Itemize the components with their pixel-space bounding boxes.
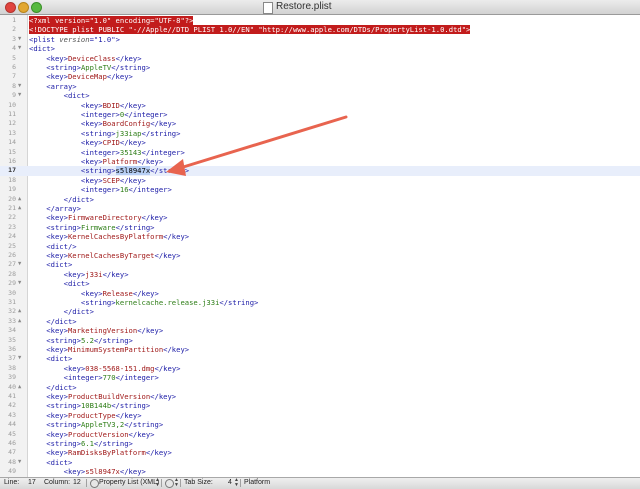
tab-size-chevron-icon: ▲▼ — [234, 478, 239, 488]
symbol-popup[interactable]: Platform — [244, 479, 270, 486]
tab-size-value[interactable]: 4 — [228, 479, 232, 486]
divider — [240, 479, 241, 487]
divider — [180, 479, 181, 487]
column-value: 12 — [73, 479, 81, 486]
line-value: 17 — [28, 479, 36, 486]
status-bar: Line: 17 Column: 12 Property List (XML) … — [0, 477, 640, 489]
divider — [161, 479, 162, 487]
settings-gear-icon[interactable] — [165, 479, 174, 488]
column-label: Column: — [44, 479, 70, 486]
annotation-arrow — [0, 0, 640, 488]
line-label: Line: — [4, 479, 19, 486]
divider — [86, 479, 87, 487]
arrow-shaft — [180, 117, 346, 168]
tab-size-label[interactable]: Tab Size: — [184, 479, 213, 486]
settings-chevron-icon: ▲▼ — [174, 478, 179, 488]
language-chevron-icon: ▲▼ — [155, 478, 160, 488]
language-popup[interactable]: Property List (XML) — [99, 479, 159, 486]
arrow-head — [166, 159, 186, 176]
language-icon — [90, 479, 99, 488]
